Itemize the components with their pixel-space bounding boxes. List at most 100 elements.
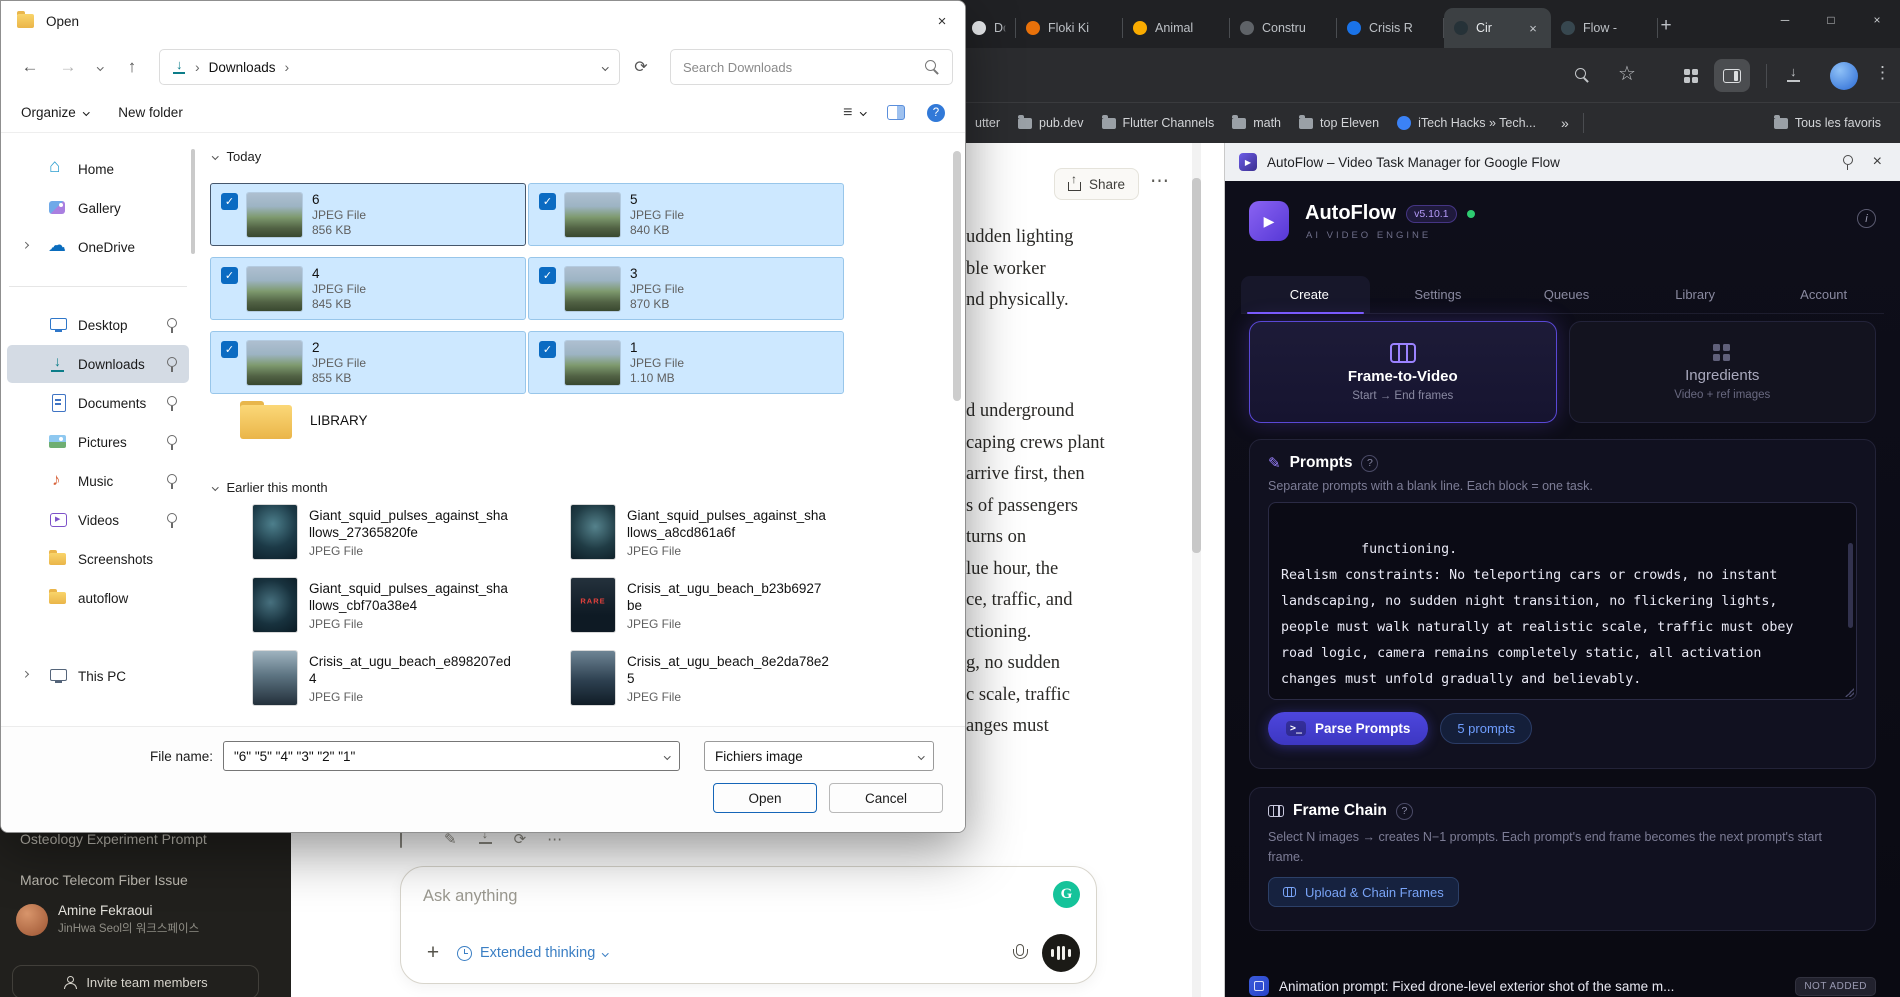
help-icon[interactable]: ? (1361, 455, 1378, 472)
browser-tab[interactable]: Cir × (1444, 8, 1551, 48)
file-checkbox[interactable]: ✓ (221, 267, 238, 284)
expand-chevron-icon[interactable] (22, 242, 28, 248)
new-tab-button[interactable]: + (1652, 12, 1680, 40)
refresh-button[interactable]: ⟳ (624, 50, 658, 84)
address-dropdown-chevron[interactable] (602, 64, 608, 70)
upload-chain-frames-button[interactable]: Upload & Chain Frames (1268, 877, 1459, 907)
minimize-button[interactable]: ─ (1762, 0, 1808, 40)
sidebar-item[interactable]: Home (7, 150, 189, 188)
panel-tab[interactable]: Account (1755, 276, 1884, 313)
bookmark-item[interactable]: math (1223, 112, 1290, 134)
view-options-button[interactable]: ≡ (843, 104, 865, 122)
preview-pane-icon[interactable] (887, 105, 905, 120)
file-checkbox[interactable]: ✓ (539, 267, 556, 284)
forward-button[interactable]: → (51, 50, 85, 84)
textarea-scrollbar[interactable] (1848, 543, 1853, 628)
panel-tab[interactable]: Queues (1498, 276, 1627, 313)
ingredients-card[interactable]: Ingredients Video + ref images (1569, 321, 1877, 423)
browser-tab[interactable]: Crisis R × (1337, 8, 1444, 48)
cancel-button[interactable]: Cancel (829, 783, 943, 813)
page-scrollbar[interactable] (1192, 143, 1201, 997)
extended-thinking-toggle[interactable]: Extended thinking (457, 945, 608, 961)
file-name-combo[interactable] (223, 741, 680, 771)
retry-icon[interactable]: ⟳ (514, 832, 527, 847)
recent-chat-item[interactable]: Maroc Telecom Fiber Issue (0, 860, 291, 901)
sidebar-item[interactable]: Videos (7, 501, 189, 539)
panel-close-icon[interactable]: × (1869, 153, 1886, 171)
file-tile[interactable]: ✓ 3 JPEG File 870 KB (528, 257, 844, 320)
scrollbar-thumb[interactable] (953, 151, 961, 401)
grammarly-icon[interactable]: G (1053, 881, 1080, 908)
file-list-scrollbar[interactable] (952, 139, 962, 720)
bookmark-item[interactable]: top Eleven (1290, 112, 1388, 134)
sidebar-item[interactable]: Gallery (7, 189, 189, 227)
search-input[interactable] (683, 60, 925, 75)
file-checkbox[interactable]: ✓ (221, 341, 238, 358)
help-icon[interactable]: ? (1396, 803, 1413, 820)
voice-mode-button[interactable] (1042, 934, 1080, 972)
invite-team-members-button[interactable]: Invite team members (12, 965, 259, 997)
file-item[interactable]: Crisis_at_ugu_beach_8e2da78e2 5 JPEG Fil… (528, 651, 846, 714)
sidebar-item[interactable]: This PC (7, 657, 189, 695)
browser-tab[interactable]: Animal × (1123, 8, 1230, 48)
share-button[interactable]: Share (1054, 168, 1139, 200)
user-menu[interactable]: Amine Fekraoui JinHwa Seol의 워크스페이스 (16, 903, 281, 936)
file-name-input[interactable] (234, 749, 657, 764)
chat-more-icon[interactable]: ⋯ (1150, 170, 1169, 193)
bookmark-item[interactable]: Flutter Channels (1093, 112, 1224, 134)
bookmark-item[interactable]: pub.dev (1009, 112, 1092, 134)
file-tile[interactable]: ✓ 6 JPEG File 856 KB (210, 183, 526, 246)
tab-close-icon[interactable]: × (1525, 20, 1541, 36)
group-header-today[interactable]: Today (213, 149, 261, 164)
breadcrumb[interactable]: › Downloads › (159, 49, 620, 85)
panel-tab[interactable]: Library (1627, 276, 1756, 313)
up-button[interactable]: ↑ (115, 50, 149, 84)
resize-handle[interactable] (1844, 687, 1854, 697)
library-folder[interactable]: LIBRARY (240, 401, 368, 439)
organize-menu[interactable]: Organize (21, 105, 88, 120)
file-item[interactable]: RARE Crisis_at_ugu_beach_b23b6927 be JPE… (528, 578, 846, 641)
browser-tab[interactable]: Flow - × (1551, 8, 1658, 48)
browser-tab[interactable]: Floki Ki × (1016, 8, 1123, 48)
back-button[interactable]: ← (13, 50, 47, 84)
search-icon[interactable] (1575, 68, 1590, 83)
side-panel-toggle-icon[interactable] (1714, 59, 1750, 92)
file-item[interactable]: Giant_squid_pulses_against_sha llows_273… (210, 505, 528, 568)
group-header-earlier[interactable]: Earlier this month (213, 480, 328, 495)
close-window-button[interactable]: × (1854, 0, 1900, 40)
file-item[interactable]: Giant_squid_pulses_against_sha llows_a8c… (528, 505, 846, 568)
extensions-icon[interactable] (1684, 69, 1690, 75)
edit-icon[interactable]: ✎ (444, 832, 457, 847)
file-checkbox[interactable]: ✓ (539, 341, 556, 358)
chevron-down-icon[interactable] (664, 753, 670, 759)
sidebar-item[interactable]: Desktop (7, 306, 189, 344)
sidebar-item[interactable]: Downloads (7, 345, 189, 383)
scrollbar-thumb[interactable] (1192, 178, 1201, 553)
breadcrumb-segment[interactable]: Downloads (209, 60, 276, 75)
panel-tab[interactable]: Settings (1370, 276, 1499, 313)
file-type-select[interactable]: Fichiers image (704, 741, 934, 771)
bookmark-item[interactable]: utter (966, 112, 1009, 134)
profile-avatar[interactable] (1830, 62, 1858, 90)
file-tile[interactable]: ✓ 4 JPEG File 845 KB (210, 257, 526, 320)
bookmarks-overflow-chevron[interactable]: » (1561, 115, 1569, 131)
maximize-button[interactable]: □ (1808, 0, 1854, 40)
more-icon[interactable]: ⋯ (547, 832, 562, 847)
file-tile[interactable]: ✓ 2 JPEG File 855 KB (210, 331, 526, 394)
sidebar-item[interactable]: OneDrive (7, 228, 189, 266)
all-favorites-button[interactable]: Tous les favoris (1765, 112, 1890, 134)
browser-menu-icon[interactable]: ⋮ (1874, 63, 1891, 83)
sidebar-item[interactable]: Music (7, 462, 189, 500)
open-button[interactable]: Open (713, 783, 817, 813)
file-item[interactable]: Giant_squid_pulses_against_sha llows_cbf… (210, 578, 528, 641)
panel-tab[interactable]: Create (1241, 276, 1370, 313)
downloads-icon[interactable] (1786, 67, 1801, 82)
new-folder-button[interactable]: New folder (118, 105, 183, 120)
file-checkbox[interactable]: ✓ (221, 193, 238, 210)
chat-input[interactable]: Ask anything (423, 887, 517, 906)
sidebar-item[interactable]: Documents (7, 384, 189, 422)
file-tile[interactable]: ✓ 5 JPEG File 840 KB (528, 183, 844, 246)
file-checkbox[interactable]: ✓ (539, 193, 556, 210)
pin-icon[interactable] (1843, 155, 1853, 169)
parse-prompts-button[interactable]: >_ Parse Prompts (1268, 712, 1428, 745)
